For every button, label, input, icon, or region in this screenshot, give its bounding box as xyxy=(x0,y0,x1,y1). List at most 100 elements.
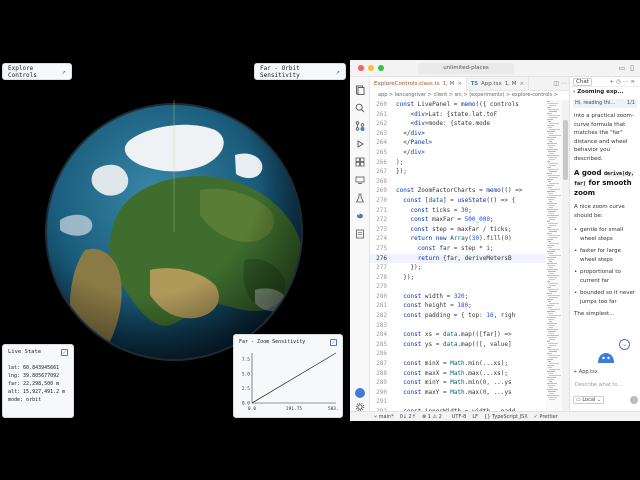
code-text[interactable]: return new Array(30).fill(0) xyxy=(396,234,511,244)
tab-app-tsx[interactable]: TS App.tsx 1, M × xyxy=(467,77,530,91)
line-number[interactable]: 290 xyxy=(370,388,396,398)
send-button[interactable] xyxy=(630,396,638,404)
line-number[interactable]: 270 xyxy=(370,196,396,206)
code-text[interactable]: const maxX = Math.max(...xs); xyxy=(396,369,508,379)
eol-indicator[interactable]: LF xyxy=(472,414,478,420)
local-mode-select[interactable]: ▭ Local ⌄ xyxy=(573,396,605,404)
code-line[interactable]: 277 }); xyxy=(370,263,546,273)
code-text[interactable]: const minX = Math.min(...xs); xyxy=(396,359,508,369)
line-number[interactable]: 275 xyxy=(370,244,396,254)
close-window-button[interactable] xyxy=(358,65,364,71)
code-line[interactable]: 266); xyxy=(370,158,546,168)
line-number[interactable]: 282 xyxy=(370,311,396,321)
history-icon[interactable]: ◷ xyxy=(616,79,623,85)
code-line[interactable]: 288 const maxX = Math.max(...xs); xyxy=(370,369,546,379)
line-number[interactable]: 266 xyxy=(370,158,396,168)
line-number[interactable]: 291 xyxy=(370,397,396,407)
code-line[interactable]: 270 const [data] = useState(() => { xyxy=(370,196,546,206)
code-text[interactable]: </Panel> xyxy=(396,138,432,148)
close-tab-icon[interactable]: × xyxy=(519,77,524,91)
line-number[interactable]: 271 xyxy=(370,206,396,216)
checkbox-icon[interactable]: ✓ xyxy=(330,339,337,346)
expand-icon[interactable]: ↗ xyxy=(336,68,340,76)
expand-icon[interactable]: ↗ xyxy=(62,68,66,76)
code-text[interactable]: const step = maxFar / ticks; xyxy=(396,225,511,235)
line-number[interactable]: 268 xyxy=(370,177,396,187)
code-text[interactable]: const far = step * i; xyxy=(396,244,494,254)
line-number[interactable]: 265 xyxy=(370,148,396,158)
line-number[interactable]: 284 xyxy=(370,330,396,340)
minimap[interactable] xyxy=(546,100,562,411)
line-number[interactable]: 278 xyxy=(370,273,396,283)
vertical-scrollbar[interactable] xyxy=(562,100,569,411)
code-line[interactable]: 260 const LivePanel = memo(({ controls xyxy=(370,100,546,110)
code-line[interactable]: 290 const maxY = Math.max(0, ...ys xyxy=(370,388,546,398)
code-text[interactable]: </div> xyxy=(396,148,425,158)
line-number[interactable]: 285 xyxy=(370,340,396,350)
checkbox-icon[interactable]: ✓ xyxy=(61,349,68,356)
encoding-indicator[interactable]: UTF-8 xyxy=(452,414,467,420)
code-line[interactable]: 267}); xyxy=(370,167,546,177)
code-text[interactable]: const xs = data.map(([far]) => xyxy=(396,330,511,340)
code-text[interactable]: </div> xyxy=(396,129,425,139)
globe-viewport[interactable]: Explore Controls ↗ Far - Orbit Sensitivi… xyxy=(0,60,348,421)
code-line[interactable]: 291 xyxy=(370,397,546,407)
chat-input[interactable]: Describe what to... xyxy=(573,379,638,391)
split-editor-icon[interactable]: ◫ xyxy=(553,80,559,87)
language-indicator[interactable]: {} TypeScript JSX xyxy=(484,414,528,420)
code-line[interactable]: 264 </Panel> xyxy=(370,138,546,148)
explorer-icon[interactable] xyxy=(355,85,365,95)
line-number[interactable]: 264 xyxy=(370,138,396,148)
command-center-search[interactable]: unlimited-places xyxy=(418,63,514,74)
chat-user-message[interactable]: Hi, reading thi... 1/1 xyxy=(573,99,637,108)
line-number[interactable]: 263 xyxy=(370,129,396,139)
tab-explore-controls[interactable]: ExploreControls.class.ts 1, M × xyxy=(370,77,467,91)
problems-indicator[interactable]: ⊗ 1 ⚠ 2 xyxy=(422,414,442,420)
code-text[interactable]: return {far, deriveMetersB xyxy=(396,254,512,264)
explore-controls-panel[interactable]: Explore Controls ↗ xyxy=(2,63,72,80)
formatter-indicator[interactable]: ✓ Prettier xyxy=(534,414,558,420)
line-number[interactable]: 287 xyxy=(370,359,396,369)
line-number[interactable]: 280 xyxy=(370,292,396,302)
minimize-window-button[interactable] xyxy=(368,65,374,71)
code-text[interactable]: }); xyxy=(396,167,407,177)
code-line[interactable]: 281 const height = 180; xyxy=(370,301,546,311)
line-number[interactable]: 279 xyxy=(370,282,396,292)
code-line[interactable]: 289 const minY = Math.min(0, ...ys xyxy=(370,378,546,388)
code-line[interactable]: 271 const ticks = 30; xyxy=(370,206,546,216)
line-number[interactable]: 274 xyxy=(370,234,396,244)
attached-file-chip[interactable]: + App.tsx xyxy=(573,368,609,377)
code-text[interactable]: }); xyxy=(396,273,414,283)
code-line[interactable]: 275 const far = step * i; xyxy=(370,244,546,254)
line-number[interactable]: 267 xyxy=(370,167,396,177)
sidebar-toggle-icon[interactable]: ▯ xyxy=(630,64,634,72)
code-text[interactable]: ); xyxy=(396,158,403,168)
line-number[interactable]: 281 xyxy=(370,301,396,311)
code-line[interactable]: 279 xyxy=(370,282,546,292)
code-line[interactable]: 263 </div> xyxy=(370,129,546,139)
code-line[interactable]: 274 return new Array(30).fill(0) xyxy=(370,234,546,244)
code-line[interactable]: 278 }); xyxy=(370,273,546,283)
code-text[interactable]: const ticks = 30; xyxy=(396,206,471,216)
code-line[interactable]: 286 xyxy=(370,349,546,359)
code-line[interactable]: 262 <div>mode: {state.mode xyxy=(370,119,546,129)
search-icon[interactable] xyxy=(355,103,365,113)
code-line[interactable]: 269 const ZoomFactorCharts = memo(() => xyxy=(370,186,546,196)
remote-explorer-icon[interactable] xyxy=(355,175,365,185)
code-text[interactable]: const minY = Math.min(0, ...ys xyxy=(396,378,511,388)
chat-tab[interactable]: Chat xyxy=(573,77,592,86)
close-icon[interactable]: × xyxy=(630,79,637,85)
line-number[interactable]: 260 xyxy=(370,100,396,110)
code-text[interactable]: const ZoomFactorCharts = memo(() => xyxy=(396,186,522,196)
code-text[interactable]: }); xyxy=(396,263,421,273)
branch-indicator[interactable]: ⑂ main* xyxy=(374,414,394,420)
line-number[interactable]: 286 xyxy=(370,349,396,359)
line-number[interactable]: 262 xyxy=(370,119,396,129)
panel-toggle-icon[interactable]: ▭ xyxy=(619,64,626,72)
code-text[interactable]: const ys = data.map(([, value] xyxy=(396,340,511,350)
code-line[interactable]: 287 const minX = Math.min(...xs); xyxy=(370,359,546,369)
code-text[interactable]: const height = 180; xyxy=(396,301,472,311)
line-number[interactable]: 276 xyxy=(370,254,396,264)
more-actions-icon[interactable]: ⋯ xyxy=(561,80,567,87)
account-avatar[interactable] xyxy=(355,388,365,398)
